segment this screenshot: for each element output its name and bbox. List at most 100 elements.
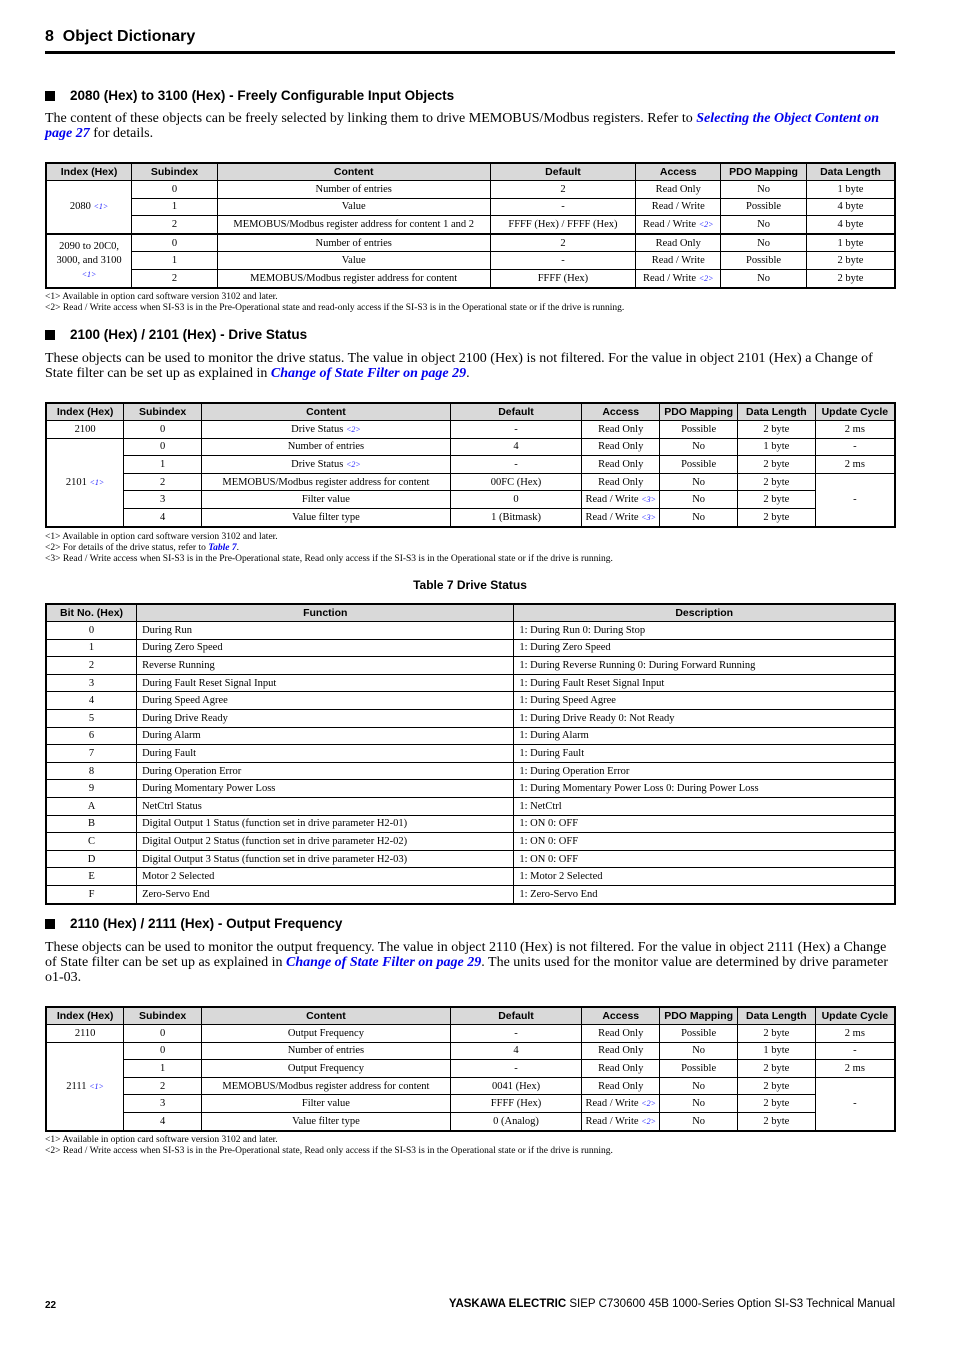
description-cell: 1: Motor 2 Selected [513, 867, 896, 886]
function-cell: During Operation Error [136, 761, 515, 781]
access-value: Read / Write [585, 494, 639, 506]
footnote-text: <2> For details of the drive status, ref… [45, 543, 209, 553]
footnote: <1> Available in option card software ve… [45, 1135, 278, 1145]
table-row: 1 During Zero Speed 1: During Zero Speed [45, 638, 896, 658]
col-header: Index (Hex) [45, 402, 125, 421]
default-cell: 2 [489, 233, 637, 253]
default-cell: 4 [449, 437, 583, 457]
table-7-caption: Table 7 Drive Status [413, 578, 527, 592]
footnote-ref-link[interactable]: <2> [641, 1099, 656, 1108]
page-number: 22 [45, 1300, 57, 1311]
content-cell: Output Frequency [201, 1024, 451, 1043]
footnote-ref-link[interactable]: <1> [89, 1082, 104, 1091]
pdo-cell: No [659, 472, 738, 492]
link-change-of-state-filter[interactable]: Change of State Filter on page 29 [286, 955, 481, 970]
footnote-ref-link[interactable]: <1> [90, 478, 105, 487]
footnote-ref-link[interactable]: <2> [346, 425, 361, 434]
length-cell: 2 byte [805, 251, 896, 270]
footnote-ref-link[interactable]: <1> [82, 270, 97, 279]
content-cell: Drive Status <2> [201, 455, 451, 474]
link-change-of-state-filter[interactable]: Change of State Filter on page 29 [271, 366, 466, 381]
footnote-ref-link[interactable]: <2> [699, 220, 714, 229]
bit-cell: E [45, 867, 138, 886]
default-cell: - [449, 420, 583, 439]
access-cell: Read / Write <3> [581, 490, 661, 509]
footnote-ref-link[interactable]: <3> [641, 513, 656, 522]
default-cell: 0041 (Hex) [449, 1076, 583, 1096]
table-row: C Digital Output 2 Status (function set i… [45, 832, 896, 851]
length-cell: 1 byte [737, 437, 816, 457]
table-2080-objects: Index (Hex) Subindex Content Default Acc… [45, 162, 896, 289]
description-cell: 1: During Drive Ready 0: Not Ready [513, 708, 896, 728]
table-row: 1 Output Frequency - Read Only Possible … [46, 1059, 896, 1078]
footnote: <2> Read / Write access when SI-S3 is in… [45, 303, 625, 313]
default-cell: FFFF (Hex) [449, 1094, 583, 1113]
footnote-ref-link[interactable]: <1> [93, 202, 108, 211]
subindex-cell: 0 [131, 233, 218, 253]
content-cell: Filter value [201, 1094, 451, 1113]
table-row: F Zero-Servo End 1: Zero-Servo End [45, 884, 896, 905]
paragraph-tail: . [466, 366, 470, 381]
content-cell: MEMOBUS/Modbus register address for cont… [201, 1076, 451, 1096]
description-cell: 1: During Momentary Power Loss 0: During… [513, 779, 896, 798]
col-header: Update Cycle [814, 1006, 896, 1025]
description-cell: 1: During Alarm [513, 726, 896, 746]
heading-text: 2080 (Hex) to 3100 (Hex) - Freely Config… [70, 88, 455, 103]
description-cell: 1: During Speed Agree [513, 691, 896, 710]
col-header: Function [136, 603, 515, 622]
pdo-cell: No [659, 490, 738, 509]
col-header: Subindex [131, 162, 218, 181]
link-table-7[interactable]: Table 7 [208, 543, 236, 553]
subindex-cell: 2 [123, 472, 203, 492]
subindex-cell: 0 [123, 420, 203, 439]
cycle-cell: 2 ms [814, 455, 896, 474]
table-row: D Digital Output 3 Status (function set i… [45, 849, 896, 869]
default-cell: 4 [449, 1041, 583, 1061]
footnote: <2> For details of the drive status, ref… [45, 543, 613, 554]
index-cell: 2100 [45, 420, 125, 439]
pdo-cell: No [659, 1094, 738, 1113]
subindex-cell: 1 [131, 251, 218, 270]
table-7-drive-status: Bit No. (Hex) Function Description 0 Duri… [45, 603, 896, 905]
description-cell: 1: During Zero Speed [513, 638, 896, 658]
length-cell: 2 byte [737, 455, 816, 474]
table-2110-objects: Index (Hex) Subindex Content Default Acc… [45, 1006, 896, 1132]
length-cell: 2 byte [737, 1024, 816, 1043]
table-row: 4 Value filter type 1 (Bitmask) Read / W… [46, 507, 895, 528]
header-rule [45, 51, 895, 54]
footnote: <2> Read / Write access when SI-S3 is in… [45, 1146, 613, 1156]
bit-cell: 3 [45, 673, 138, 693]
content-cell: Value filter type [201, 1111, 451, 1132]
footnote-ref-link[interactable]: <2> [346, 460, 361, 469]
access-cell: Read Only [581, 1041, 661, 1061]
footnote-ref-link[interactable]: <2> [699, 274, 714, 283]
bullet-square-icon [45, 91, 55, 101]
function-cell: During Alarm [136, 726, 515, 746]
default-cell: 1 (Bitmask) [449, 507, 583, 528]
access-cell: Read Only [581, 437, 661, 457]
function-cell: During Zero Speed [136, 638, 515, 658]
subindex-cell: 3 [123, 490, 203, 509]
access-cell: Read / Write <2> [635, 268, 722, 289]
subindex-cell: 2 [123, 1076, 203, 1096]
content-cell: Value filter type [201, 507, 451, 528]
col-header: PDO Mapping [720, 162, 807, 181]
function-cell: During Drive Ready [136, 708, 515, 728]
pdo-cell: Possible [659, 420, 738, 439]
function-cell: During Fault Reset Signal Input [136, 673, 515, 693]
subindex-cell: 1 [131, 197, 218, 217]
description-cell: 1: During Fault Reset Signal Input [513, 673, 896, 693]
index-cell: 2080 <1> [45, 179, 133, 235]
length-cell: 2 byte [737, 1059, 816, 1078]
function-cell: During Fault [136, 744, 515, 763]
bit-cell: 9 [45, 779, 138, 798]
col-header: Update Cycle [814, 402, 896, 421]
footnote-ref-link[interactable]: <3> [641, 495, 656, 504]
content-cell: MEMOBUS/Modbus register address for cont… [216, 215, 491, 235]
table-row: E Motor 2 Selected 1: Motor 2 Selected [45, 867, 896, 886]
description-cell: 1: Zero-Servo End [513, 884, 896, 905]
bit-cell: 5 [45, 708, 138, 728]
index-value: 2101 [65, 476, 87, 488]
footnote-ref-link[interactable]: <2> [641, 1117, 656, 1126]
table-row: 2 MEMOBUS/Modbus register address for co… [46, 472, 896, 528]
